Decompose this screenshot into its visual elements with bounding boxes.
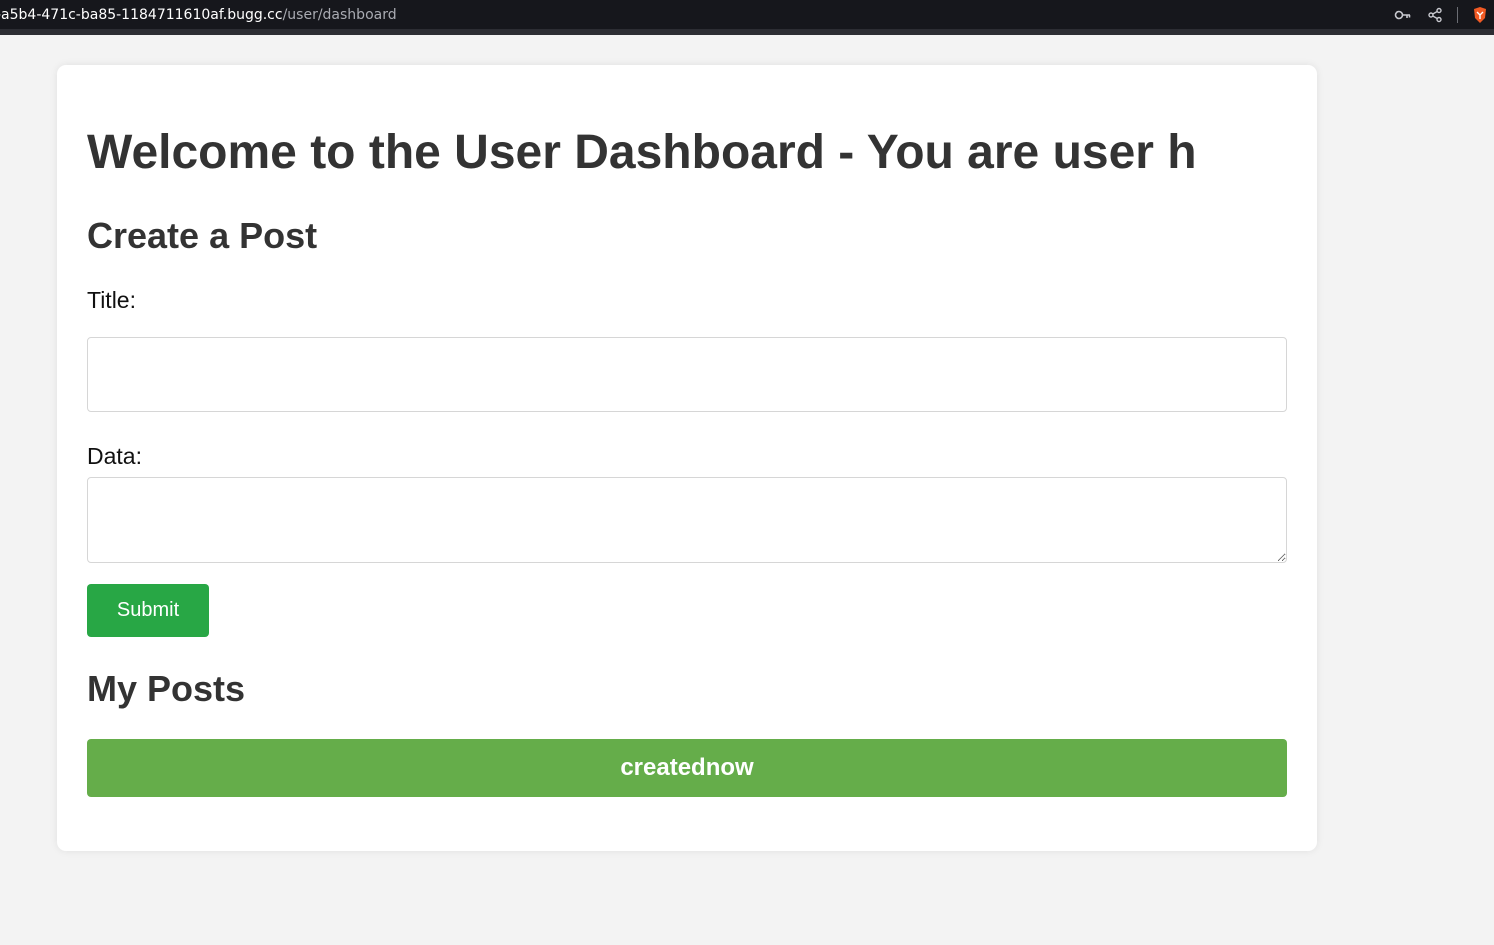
title-input[interactable] [87, 337, 1287, 412]
page-title: Welcome to the User Dashboard - You are … [87, 126, 1197, 179]
my-posts-heading: My Posts [87, 668, 246, 709]
share-icon[interactable] [1425, 5, 1445, 25]
create-post-heading: Create a Post [87, 215, 318, 256]
toolbar-bottom-strip [0, 29, 1494, 35]
submit-button[interactable]: Submit [87, 584, 209, 637]
url-path: /user/dashboard [282, 6, 397, 23]
post-item[interactable]: creatednow [87, 739, 1287, 797]
brave-shield-icon[interactable] [1470, 5, 1490, 25]
toolbar-icons [1393, 0, 1494, 29]
url-host: -a5b4-471c-ba85-1184711610af.bugg.cc [0, 6, 283, 23]
key-icon[interactable] [1393, 5, 1413, 25]
data-label: Data: [87, 443, 142, 469]
dashboard-card: Welcome to the User Dashboard - You are … [57, 65, 1317, 851]
browser-toolbar: -a5b4-471c-ba85-1184711610af.bugg.cc/use… [0, 0, 1494, 29]
toolbar-separator [1457, 6, 1458, 23]
data-textarea[interactable] [87, 477, 1287, 563]
title-label: Title: [87, 287, 136, 313]
address-bar[interactable]: -a5b4-471c-ba85-1184711610af.bugg.cc/use… [0, 7, 397, 23]
